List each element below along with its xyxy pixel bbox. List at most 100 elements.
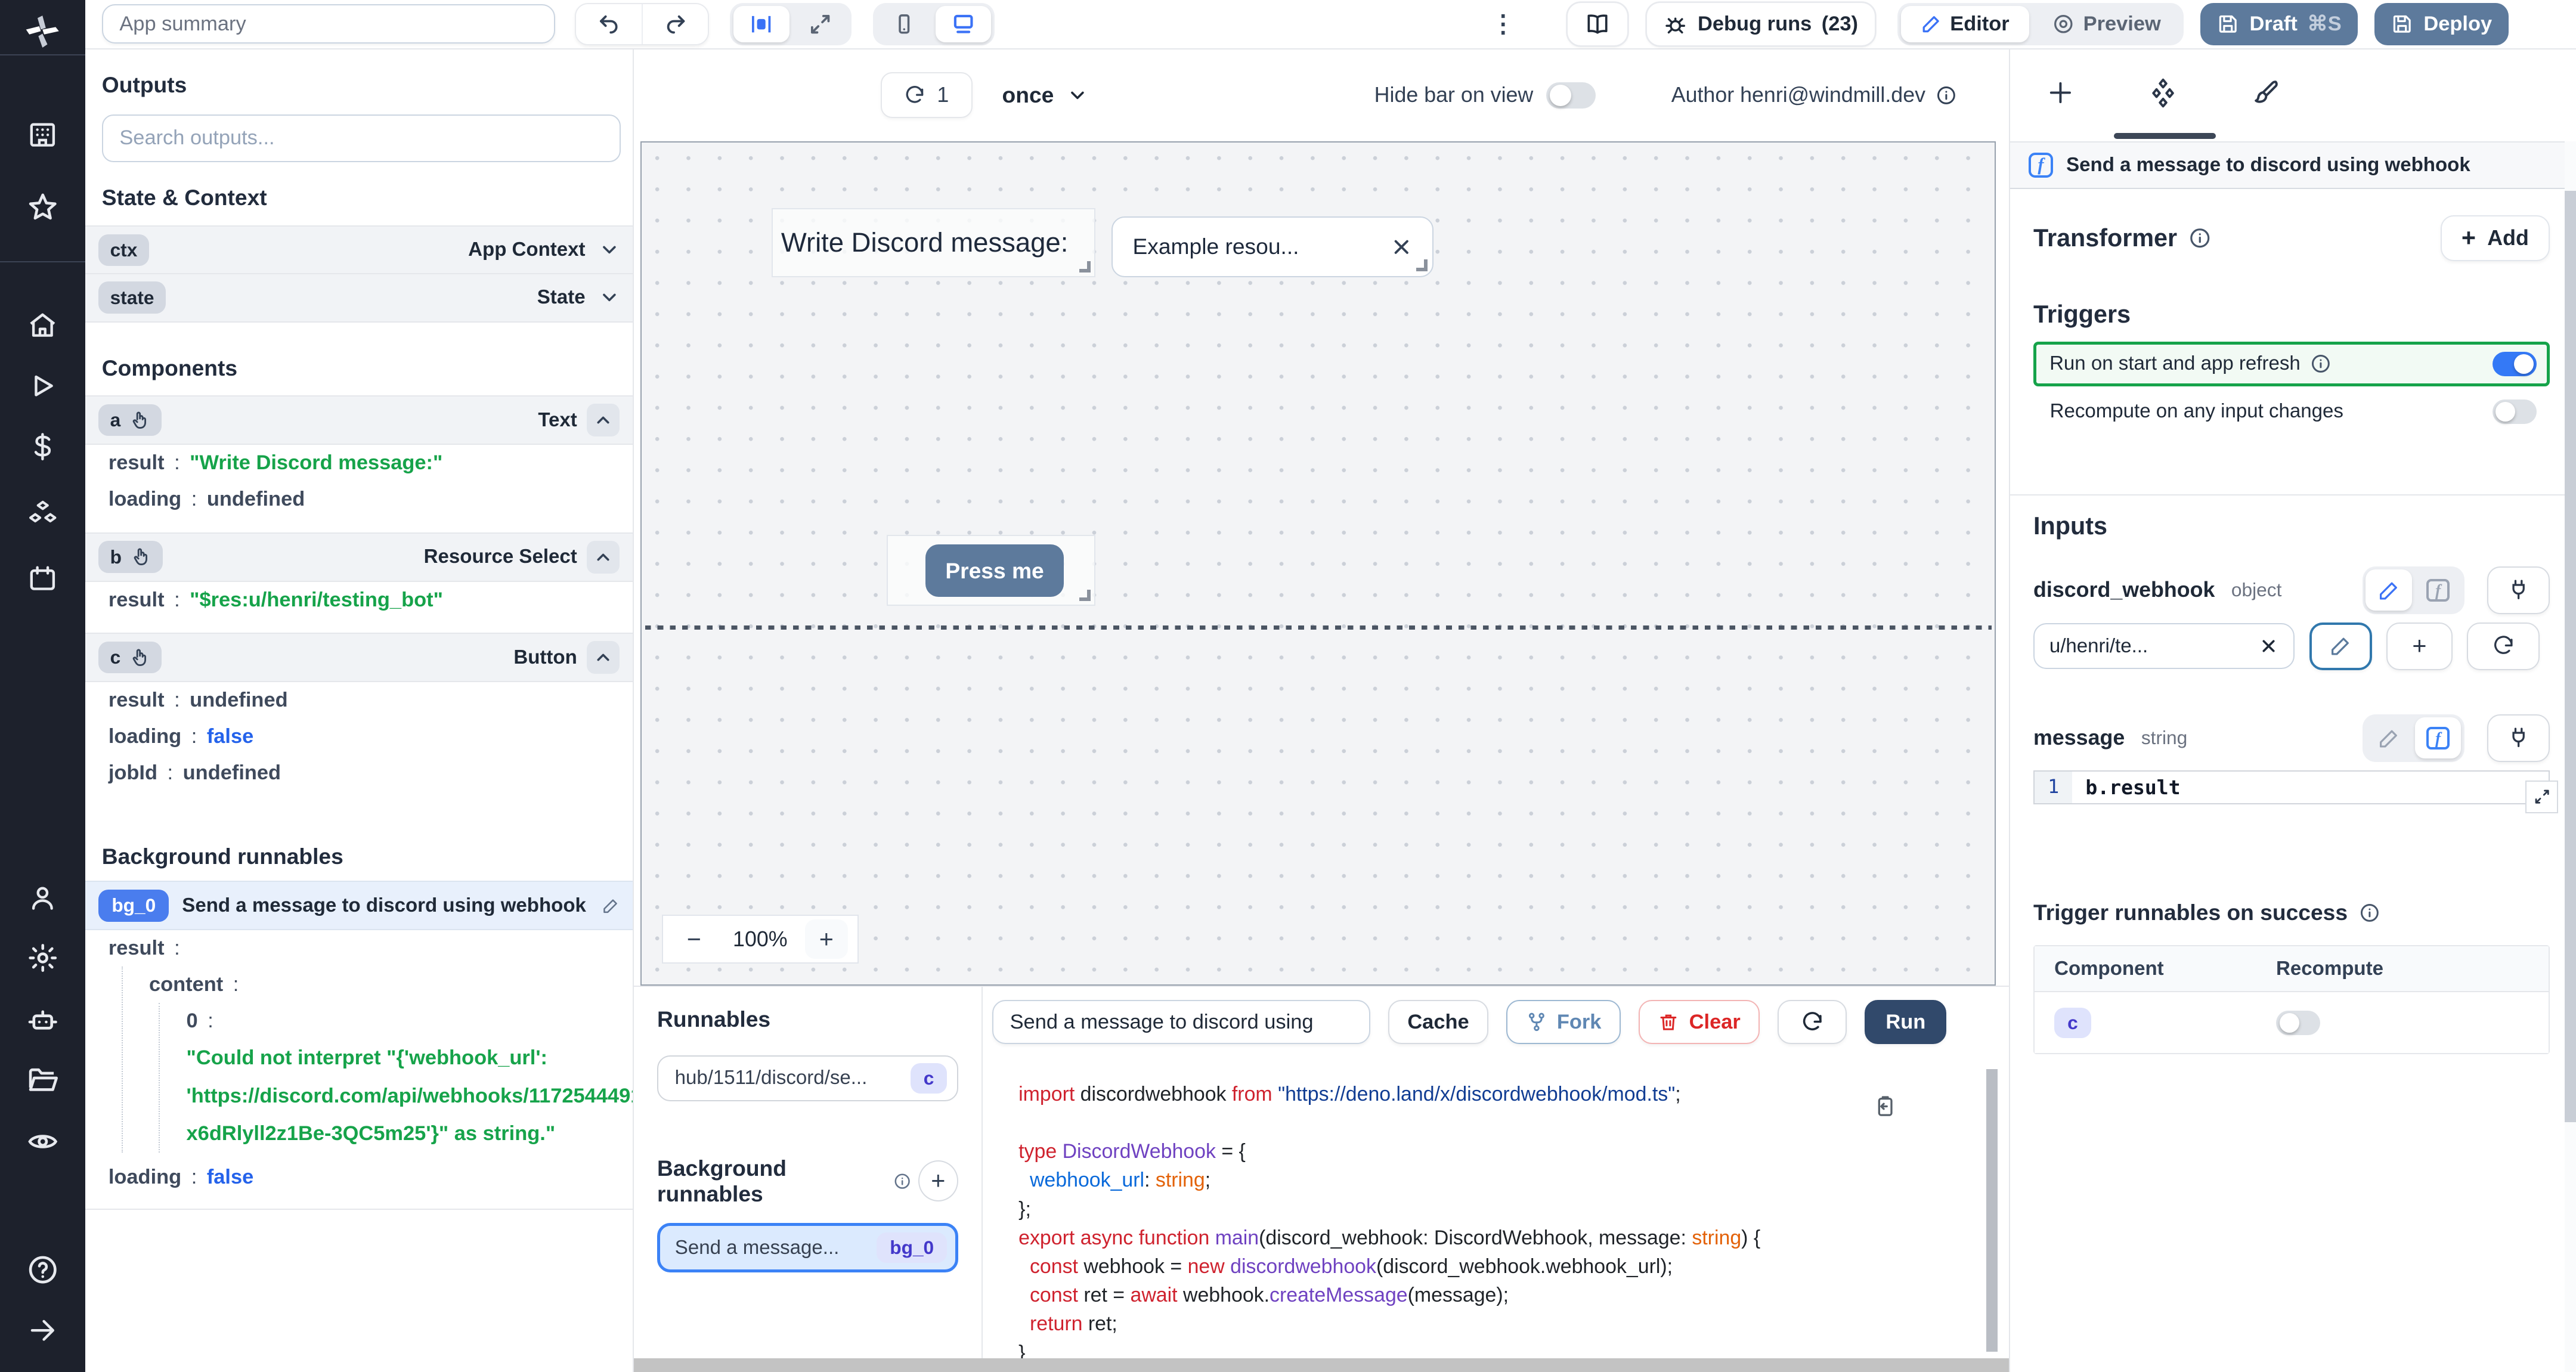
collapse-a-button[interactable]: [587, 404, 620, 437]
code-editor[interactable]: import discordwebhook from "https://deno…: [983, 1063, 1983, 1359]
styling-tab[interactable]: [2252, 78, 2281, 113]
close-icon[interactable]: [1390, 236, 1413, 259]
app-summary-input[interactable]: [101, 4, 556, 44]
info-icon[interactable]: [2310, 353, 2332, 374]
debug-runs-button[interactable]: Debug runs (23): [1646, 2, 1875, 46]
draft-button[interactable]: Draft ⌘S: [2200, 2, 2358, 46]
recompute-toggle[interactable]: [2492, 399, 2537, 424]
code-vertical-scrollbar[interactable]: [1986, 1069, 1998, 1352]
dollar-icon[interactable]: [21, 426, 64, 469]
run-button[interactable]: Run: [1865, 1000, 1947, 1045]
inputs-title: Inputs: [2033, 512, 2107, 540]
ctx-row[interactable]: ctx App Context: [85, 225, 633, 275]
mobile-view-button[interactable]: [877, 6, 933, 42]
help-icon[interactable]: [21, 1249, 64, 1292]
info-icon[interactable]: [2188, 227, 2212, 250]
component-a-row[interactable]: a Text: [85, 395, 633, 445]
resize-handle[interactable]: [1416, 259, 1428, 271]
calendar-icon[interactable]: [21, 557, 64, 600]
hide-bar-toggle[interactable]: [1546, 82, 1596, 109]
resize-handle[interactable]: [1079, 590, 1091, 602]
fork-button[interactable]: Fork: [1506, 1000, 1621, 1045]
deploy-button[interactable]: Deploy: [2374, 2, 2509, 46]
resource-value: u/henri/te...: [2049, 634, 2148, 657]
run-on-start-toggle[interactable]: [2493, 351, 2537, 377]
expand-editor-button[interactable]: [2525, 780, 2559, 813]
app-canvas[interactable]: Write Discord message: Example resou... …: [640, 141, 1996, 986]
chevron-down-icon[interactable]: [599, 287, 620, 308]
refresh-resource-button[interactable]: [2467, 622, 2540, 670]
add-transformer-button[interactable]: + Add: [2440, 215, 2550, 262]
play-icon[interactable]: [21, 365, 64, 408]
more-options-button[interactable]: ⋮: [1481, 10, 1525, 38]
resource-picker[interactable]: u/henri/te...: [2033, 623, 2295, 670]
state-row[interactable]: state State: [85, 272, 633, 323]
chevron-down-icon[interactable]: [599, 239, 620, 261]
refresh-icon: [904, 85, 925, 106]
windmill-logo-icon[interactable]: [21, 11, 64, 54]
bg0-row[interactable]: bg_0 Send a message to discord using web…: [85, 881, 633, 931]
static-mode-button[interactable]: [2366, 569, 2412, 611]
search-outputs-input[interactable]: [101, 114, 621, 162]
refresh-code-button[interactable]: [1778, 1000, 1847, 1045]
fullscreen-button[interactable]: [792, 6, 849, 42]
edit-resource-button[interactable]: [2309, 622, 2372, 670]
clear-button[interactable]: Clear: [1639, 1000, 1760, 1045]
desktop-view-button[interactable]: [935, 6, 992, 42]
zoom-out-button[interactable]: −: [673, 919, 716, 959]
text-component[interactable]: Write Discord message:: [772, 208, 1095, 277]
add-background-runnable-button[interactable]: +: [918, 1160, 958, 1202]
refresh-count-box[interactable]: 1: [880, 72, 973, 119]
info-icon[interactable]: [1936, 85, 1957, 106]
star-icon[interactable]: [21, 185, 64, 228]
docs-button[interactable]: [1568, 2, 1627, 46]
building-icon[interactable]: [21, 113, 64, 156]
resize-handle[interactable]: [1079, 261, 1091, 273]
state-type: State: [537, 286, 586, 309]
button-component[interactable]: Press me: [886, 535, 1095, 606]
center-align-button[interactable]: [733, 6, 789, 42]
preview-tab[interactable]: Preview: [2032, 6, 2181, 42]
cache-button[interactable]: Cache: [1388, 1000, 1488, 1045]
press-me-button[interactable]: Press me: [925, 544, 1064, 597]
zoom-in-button[interactable]: +: [804, 919, 848, 959]
component-settings-tab[interactable]: [2147, 76, 2179, 114]
add-resource-button[interactable]: +: [2386, 622, 2453, 670]
info-icon[interactable]: [2359, 902, 2380, 924]
interval-select[interactable]: once: [992, 81, 1098, 110]
collapse-c-button[interactable]: [587, 641, 620, 674]
connect-input-button[interactable]: [2487, 714, 2550, 762]
gear-icon[interactable]: [21, 936, 64, 979]
undo-button[interactable]: [576, 4, 642, 45]
bottom-horizontal-scrollbar[interactable]: [634, 1358, 2010, 1372]
user-icon[interactable]: [21, 877, 64, 920]
resource-select-component[interactable]: Example resou...: [1111, 216, 1434, 277]
home-icon[interactable]: [21, 304, 64, 347]
insert-component-tab[interactable]: [2046, 79, 2075, 112]
redo-button[interactable]: [642, 4, 708, 45]
robot-icon[interactable]: [21, 999, 64, 1042]
close-icon[interactable]: [2259, 636, 2278, 656]
bg-runnable-item-selected[interactable]: Send a message... bg_0: [657, 1223, 958, 1272]
component-c-row[interactable]: c Button: [85, 633, 633, 682]
runnable-name-input[interactable]: [992, 1000, 1370, 1045]
connect-input-button[interactable]: [2487, 566, 2550, 614]
eval-mode-button[interactable]: f: [2415, 569, 2461, 611]
component-b-row[interactable]: b Resource Select: [85, 532, 633, 582]
settings-scrollbar[interactable]: [2564, 141, 2576, 1372]
eye-icon[interactable]: [21, 1120, 64, 1163]
recompute-row-toggle[interactable]: [2276, 1010, 2321, 1035]
editor-tab[interactable]: Editor: [1900, 6, 2029, 42]
eval-mode-button[interactable]: f: [2415, 717, 2462, 759]
cubes-icon[interactable]: [21, 493, 64, 536]
copy-code-button[interactable]: [1863, 1092, 1907, 1125]
message-expression-editor[interactable]: 1 b.result: [2033, 770, 2559, 813]
ctx-badge: ctx: [98, 234, 149, 267]
plus-icon: +: [2412, 632, 2427, 660]
runnable-item[interactable]: hub/1511/discord/se... c: [657, 1055, 958, 1101]
pencil-icon[interactable]: [602, 897, 620, 915]
collapse-b-button[interactable]: [587, 540, 620, 574]
static-mode-button[interactable]: [2366, 717, 2411, 758]
arrow-right-icon[interactable]: [21, 1309, 64, 1352]
folder-icon[interactable]: [21, 1060, 64, 1102]
